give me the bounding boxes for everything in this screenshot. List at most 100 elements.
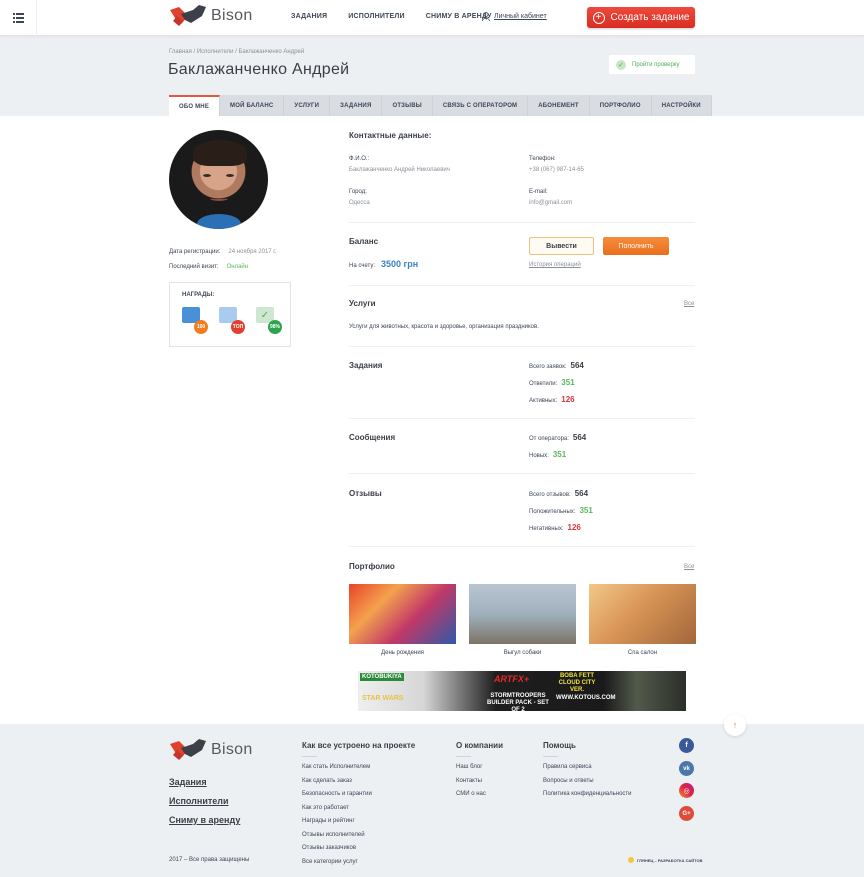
avatar <box>169 130 268 229</box>
user-icon <box>482 12 490 21</box>
developer-credit-text: ГЛЯНЕЦ – РАЗРАБОТКА САЙТОВ <box>637 857 703 863</box>
create-task-button[interactable]: + Создать задание <box>587 7 695 28</box>
balance-amount: На счету: 3500 грн <box>349 259 418 269</box>
logo[interactable]: Bison <box>169 4 253 28</box>
stat-value: 564 <box>570 361 584 370</box>
award-badge: 100 <box>194 320 208 334</box>
personal-cabinet-link[interactable]: Личный кабинет <box>482 12 547 21</box>
stat-total-requests: Всего заявок: 564 <box>529 361 584 370</box>
footer-col-title: Как все устроено на проекте <box>302 741 416 750</box>
stat-positive: Положительных: 351 <box>529 506 593 515</box>
footer-link[interactable]: Как стать Исполнителем <box>302 761 415 775</box>
footer-link[interactable]: Как сделать заказ <box>302 775 415 789</box>
scroll-top-button[interactable]: ↑ <box>724 714 746 736</box>
balance-label: На счету: <box>349 263 376 269</box>
tab-services[interactable]: УСЛУГИ <box>284 95 331 116</box>
tab-about[interactable]: ОБО МНЕ <box>169 95 221 116</box>
stat-label: От оператора: <box>529 436 569 442</box>
portfolio-item[interactable]: День рождения <box>349 584 456 656</box>
developer-credit[interactable]: ГЛЯНЕЦ – РАЗРАБОТКА САЙТОВ <box>628 857 702 863</box>
portfolio-item[interactable]: Спа салон <box>589 584 696 656</box>
award-100: 100 <box>182 307 208 334</box>
ad-banner[interactable]: KOTOBUKIYA STAR WARS ARTFX+ BOBA FETT CL… <box>358 671 686 711</box>
facebook-icon[interactable]: f <box>679 738 694 753</box>
footer-link[interactable]: Отзывы заказчиков <box>302 842 415 856</box>
messages-title: Сообщения <box>349 433 396 442</box>
history-link[interactable]: История операций <box>529 262 581 268</box>
ad-boba: BOBA FETT CLOUD CITY VER. <box>558 673 596 693</box>
registration-date: Дата регистрации: 24 ноября 2017 г. <box>169 249 276 255</box>
verify-button[interactable]: ✓ Пройти проверку <box>609 55 695 74</box>
footer-link[interactable]: Правила сервиса <box>543 761 632 775</box>
stat-total-reviews: Всего отзывов: 564 <box>529 489 588 498</box>
footer-link-performers[interactable]: Исполнители <box>169 796 240 806</box>
menu-button[interactable] <box>0 0 37 36</box>
tab-operator[interactable]: СВЯЗЬ С ОПЕРАТОРОМ <box>432 95 529 116</box>
divider <box>349 222 695 223</box>
ad-brand: KOTOBUKIYA <box>360 673 404 681</box>
footer-col-company: О компании Наш блог Контакты СМИ о нас <box>456 741 503 802</box>
cabinet-label: Личный кабинет <box>494 13 547 20</box>
stat-value: 126 <box>567 523 581 532</box>
nav-performers[interactable]: ИСПОЛНИТЕЛИ <box>348 13 404 20</box>
award-98: ✓ 98% <box>256 307 282 334</box>
tab-balance[interactable]: МОЙ БАЛАНС <box>220 95 285 116</box>
withdraw-button[interactable]: Вывести <box>529 237 594 255</box>
footer-link-rent[interactable]: Сниму в аренду <box>169 815 240 825</box>
visit-value: Онлайн <box>226 264 249 270</box>
tab-tasks[interactable]: ЗАДАНИЯ <box>330 95 383 116</box>
copyright: 2017 – Все права защищены <box>169 857 250 863</box>
portfolio-image <box>349 584 456 644</box>
footer-link[interactable]: Все категории услуг <box>302 856 415 870</box>
stat-label: Ответили: <box>529 381 558 387</box>
footer-col-title: О компании <box>456 741 503 750</box>
tab-portfolio[interactable]: ПОРТФОЛИО <box>589 95 652 116</box>
google-plus-icon[interactable]: G+ <box>679 806 694 821</box>
footer-link[interactable]: Награды и рейтинг <box>302 815 415 829</box>
footer-link[interactable]: Наш блог <box>456 761 503 775</box>
tab-settings[interactable]: НАСТРОЙКИ <box>651 95 712 116</box>
reviews-title: Отзывы <box>349 489 382 498</box>
services-all-link[interactable]: Все <box>684 301 694 307</box>
footer-logo[interactable]: Bison <box>169 738 253 762</box>
phone-value: +38 (067) 987-14-65 <box>529 167 584 173</box>
breadcrumb[interactable]: Главная / Исполнители / Баклажанченко Ан… <box>169 49 304 55</box>
footer-link[interactable]: Контакты <box>456 775 503 789</box>
list-menu-icon <box>12 13 24 23</box>
stat-value: 564 <box>574 489 589 498</box>
divider <box>349 418 695 419</box>
portfolio-all-link[interactable]: Все <box>684 564 694 570</box>
logo-text: Bison <box>211 7 253 24</box>
footer-link[interactable]: Политика конфиденциальности <box>543 788 632 802</box>
last-visit: Последний визит: Онлайн <box>169 264 248 270</box>
instagram-icon[interactable]: ◎ <box>679 783 694 798</box>
divider <box>349 473 695 474</box>
services-title: Услуги <box>349 299 376 308</box>
vk-icon[interactable]: vk <box>679 761 694 776</box>
awards-box: НАГРАДЫ: 100 ТОП ✓ 98% <box>169 282 291 347</box>
footer-col-help: Помощь Правила сервиса Вопросы и ответы … <box>543 741 632 802</box>
stat-label: Активных: <box>529 398 558 404</box>
phone-label: Телефон: <box>529 156 556 162</box>
portfolio-title: Портфолио <box>349 562 395 571</box>
portfolio-caption: Спа салон <box>627 650 658 656</box>
footer-link[interactable]: Как это работает <box>302 802 415 816</box>
nav-tasks[interactable]: ЗАДАНИЯ <box>291 13 327 20</box>
arrow-up-icon: ↑ <box>732 720 738 730</box>
footer-link-tasks[interactable]: Задания <box>169 777 240 787</box>
topup-button[interactable]: Пополнить <box>603 237 669 255</box>
stat-from-operator: От оператора: 564 <box>529 433 586 442</box>
city-value: Одесса <box>349 200 370 206</box>
portfolio-image <box>469 584 576 644</box>
tab-reviews[interactable]: ОТЗЫВЫ <box>382 95 433 116</box>
main-nav: ЗАДАНИЯ ИСПОЛНИТЕЛИ СНИМУ В АРЕНДУ <box>291 13 492 20</box>
footer-link[interactable]: Отзывы исполнителей <box>302 829 415 843</box>
footer-logo-text: Bison <box>211 741 253 758</box>
portfolio-item[interactable]: Выгул собаки <box>469 584 576 656</box>
services-text: Услуги для животных, красота и здоровье,… <box>349 324 539 330</box>
stat-answered: Ответили: 351 <box>529 378 575 387</box>
footer-link[interactable]: Безопасность и гарантии <box>302 788 415 802</box>
tab-subscription[interactable]: АБОНЕМЕНТ <box>528 95 590 116</box>
footer-link[interactable]: Вопросы и ответы <box>543 775 632 789</box>
footer-link[interactable]: СМИ о нас <box>456 788 503 802</box>
